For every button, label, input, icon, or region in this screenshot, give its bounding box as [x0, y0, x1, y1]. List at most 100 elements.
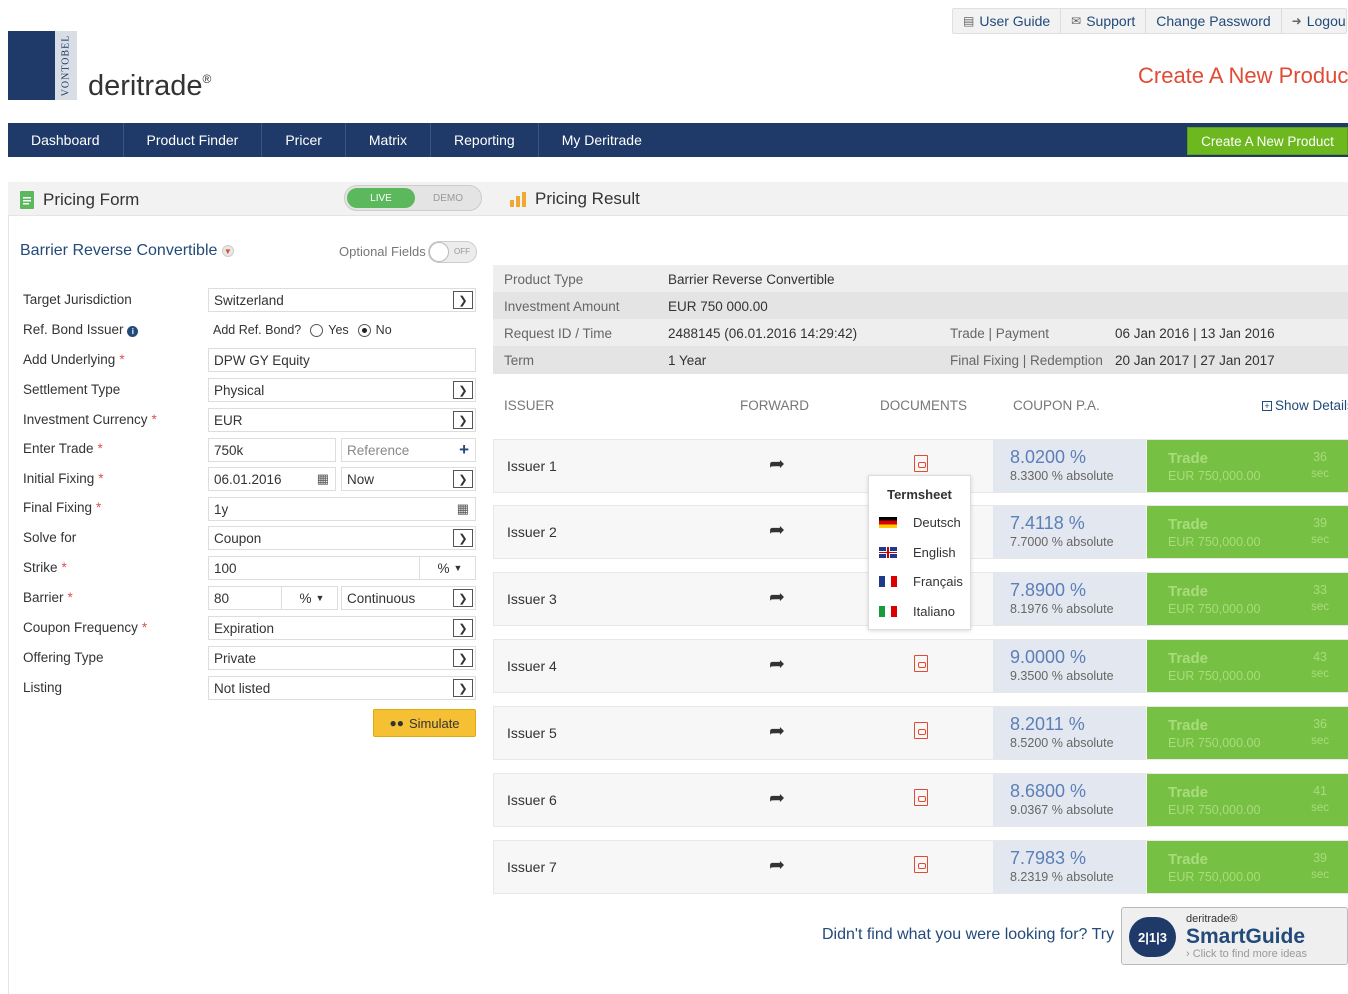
countdown-unit: sec — [1311, 735, 1329, 747]
strike-unit-select[interactable]: % ▼ — [419, 556, 476, 580]
info-icon[interactable]: i — [127, 326, 139, 337]
trade-button[interactable]: Trade EUR 750,000.00 41 sec — [1147, 774, 1348, 826]
forward-arrow-icon[interactable]: ➦ — [769, 854, 785, 877]
required-mark: * — [141, 620, 148, 635]
nav-reporting[interactable]: Reporting — [431, 123, 539, 157]
add-ref-bond-label: Add Ref. Bond? — [213, 323, 302, 337]
user-guide-link[interactable]: ▤ User Guide — [953, 9, 1062, 33]
strike-input[interactable]: 100 — [208, 556, 420, 580]
trade-button[interactable]: Trade EUR 750,000.00 43 sec — [1147, 640, 1348, 692]
forward-arrow-icon[interactable]: ➦ — [769, 720, 785, 743]
enter-trade-text: Enter Trade — [23, 441, 94, 456]
create-new-product-button[interactable]: Create A New Product — [1187, 127, 1348, 155]
forward-arrow-icon[interactable]: ➦ — [769, 453, 785, 476]
column-header-coupon[interactable]: COUPON P.A. — [1013, 398, 1100, 413]
nav-product-finder[interactable]: Product Finder — [124, 123, 263, 157]
issuer-name: Issuer 6 — [507, 792, 557, 808]
trade-label: Trade — [1168, 851, 1209, 868]
simulate-button[interactable]: ●● Simulate — [373, 709, 476, 737]
trade-button[interactable]: Trade EUR 750,000.00 36 sec — [1147, 440, 1348, 492]
trade-button[interactable]: Trade EUR 750,000.00 39 sec — [1147, 841, 1348, 893]
label-coupon-frequency: Coupon Frequency * — [23, 620, 147, 635]
coupon-cell: 7.7983 % 8.2319 % absolute — [993, 841, 1146, 893]
vontobel-logo[interactable]: VONTOBEL — [8, 31, 77, 100]
trade-amount: EUR 750,000.00 — [1168, 870, 1261, 884]
show-details-label: Show Details — [1275, 398, 1348, 413]
trade-button[interactable]: Trade EUR 750,000.00 36 sec — [1147, 707, 1348, 759]
forward-arrow-icon[interactable]: ➦ — [769, 519, 785, 542]
smartguide-button[interactable]: 2|1|3 deritrade® SmartGuide › Click to f… — [1121, 907, 1348, 965]
barrier-unit-select[interactable]: % ▼ — [281, 586, 338, 610]
label-final-fixing: Final Fixing * — [23, 500, 101, 515]
barrier-input[interactable]: 80 — [208, 586, 282, 610]
listing-select[interactable]: Not listed ❯ — [208, 676, 476, 700]
radio-no[interactable] — [357, 323, 371, 337]
initial-fixing-date[interactable]: 06.01.2016 ▦ — [208, 467, 336, 491]
countdown-unit: sec — [1311, 601, 1329, 613]
forward-arrow-icon[interactable]: ➦ — [769, 787, 785, 810]
termsheet-english[interactable]: English — [879, 545, 956, 560]
pdf-icon[interactable] — [914, 789, 928, 806]
reference-input[interactable]: Reference + — [341, 438, 476, 462]
currency-value: EUR — [214, 412, 243, 428]
label-ref-bond-issuer: Ref. Bond Issuer i — [23, 322, 139, 337]
optional-fields-switch[interactable]: OFF — [428, 241, 477, 263]
radio-yes[interactable] — [310, 323, 324, 337]
final-fixing-input[interactable]: 1y ▦ — [208, 497, 476, 521]
settlement-select[interactable]: Physical ❯ — [208, 378, 476, 402]
required-mark: * — [97, 441, 103, 456]
termsheet-deutsch[interactable]: Deutsch — [879, 515, 961, 530]
support-link[interactable]: ✉ Support — [1061, 9, 1147, 33]
trade-amount: EUR 750,000.00 — [1168, 469, 1261, 483]
plus-icon[interactable]: + — [459, 440, 469, 460]
show-details-link[interactable]: + Show Details — [1262, 398, 1348, 413]
live-demo-toggle[interactable]: LIVE DEMO — [344, 185, 482, 211]
required-mark: * — [98, 471, 104, 486]
coupon-frequency-text: Coupon Frequency — [23, 620, 138, 635]
form-border — [8, 216, 9, 994]
column-header-documents[interactable]: DOCUMENTS — [880, 398, 967, 413]
logout-link[interactable]: ➜ Logou — [1282, 9, 1346, 33]
label-add-underlying: Add Underlying * — [23, 352, 125, 367]
nav-my-deritrade[interactable]: My Deritrade — [539, 123, 665, 157]
underlying-input[interactable]: DPW GY Equity — [208, 348, 476, 372]
termsheet-francais[interactable]: Français — [879, 574, 963, 589]
product-type-selector[interactable]: Barrier Reverse Convertible ▼ — [20, 242, 234, 260]
trade-label: Trade — [1168, 784, 1209, 801]
pdf-icon[interactable] — [914, 455, 928, 472]
caret-down-icon: ▼ — [315, 593, 325, 603]
label-target-jurisdiction: Target Jurisdiction — [23, 292, 132, 307]
currency-select[interactable]: EUR ❯ — [208, 408, 476, 432]
termsheet-italiano[interactable]: Italiano — [879, 604, 955, 619]
calendar-icon[interactable]: ▦ — [317, 471, 329, 487]
barrier-type-select[interactable]: Continuous ❯ — [341, 586, 476, 610]
deritrade-wordmark[interactable]: deritrade® — [88, 70, 211, 103]
nav-pricer[interactable]: Pricer — [262, 123, 346, 157]
pdf-icon[interactable] — [914, 856, 928, 873]
live-option[interactable]: LIVE — [347, 188, 415, 208]
countdown-seconds: 36 — [1313, 450, 1327, 464]
trade-button[interactable]: Trade EUR 750,000.00 39 sec — [1147, 506, 1348, 558]
nav-dashboard[interactable]: Dashboard — [8, 123, 124, 157]
coupon-frequency-select[interactable]: Expiration ❯ — [208, 616, 476, 640]
term-value: 1 Year — [668, 352, 707, 368]
calendar-icon[interactable]: ▦ — [457, 501, 469, 517]
pdf-icon[interactable] — [914, 655, 928, 672]
initial-time-select[interactable]: Now ❯ — [341, 467, 476, 491]
strike-unit-value: % — [437, 560, 450, 576]
change-password-link[interactable]: Change Password — [1146, 9, 1282, 33]
forward-arrow-icon[interactable]: ➦ — [769, 586, 785, 609]
column-header-issuer[interactable]: ISSUER — [504, 398, 554, 413]
offering-type-select[interactable]: Private ❯ — [208, 646, 476, 670]
trade-amount-input[interactable]: 750k — [208, 438, 336, 462]
jurisdiction-select[interactable]: Switzerland ❯ — [208, 288, 476, 312]
coupon-cell: 8.0200 % 8.3300 % absolute — [993, 440, 1146, 492]
demo-option[interactable]: DEMO — [419, 188, 477, 208]
forward-arrow-icon[interactable]: ➦ — [769, 653, 785, 676]
solve-for-select[interactable]: Coupon ❯ — [208, 526, 476, 550]
column-header-forward[interactable]: FORWARD — [740, 398, 809, 413]
pdf-icon[interactable] — [914, 722, 928, 739]
settlement-value: Physical — [214, 382, 265, 398]
nav-matrix[interactable]: Matrix — [346, 123, 432, 157]
trade-button[interactable]: Trade EUR 750,000.00 33 sec — [1147, 573, 1348, 625]
